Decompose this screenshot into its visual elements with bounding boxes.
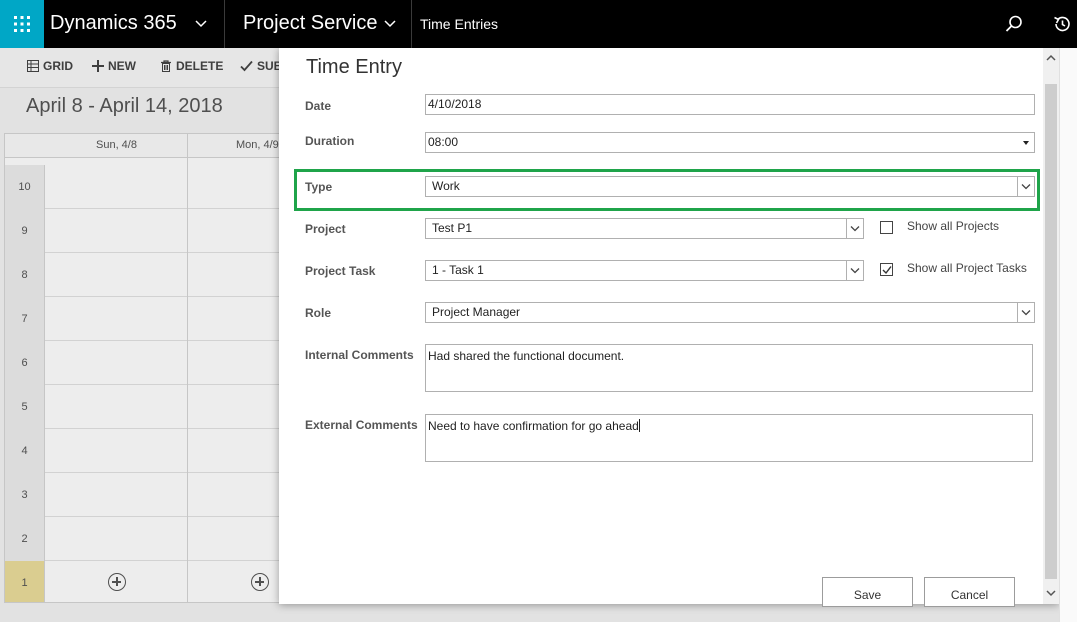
project-value: Test P1: [432, 221, 473, 235]
show-all-project-tasks-checkbox[interactable]: [880, 263, 893, 276]
project-select[interactable]: Test P1: [425, 218, 864, 239]
show-all-projects-label: Show all Projects: [907, 219, 1000, 233]
scroll-down-icon[interactable]: [1046, 589, 1056, 597]
text-cursor: [638, 419, 640, 432]
dialog-scrollbar[interactable]: [1043, 48, 1059, 604]
chevron-down-icon[interactable]: [1017, 303, 1034, 322]
date-label: Date: [305, 99, 332, 113]
internal-comments-label: Internal Comments: [305, 348, 414, 362]
duration-label: Duration: [305, 134, 355, 148]
scrollbar-thumb[interactable]: [1045, 84, 1057, 579]
waffle-icon[interactable]: [0, 0, 44, 48]
project-label: Project: [305, 222, 346, 236]
save-button[interactable]: Save: [822, 577, 913, 607]
external-comments-label: External Comments: [305, 418, 418, 432]
chevron-down-icon[interactable]: [195, 17, 207, 29]
chevron-down-icon[interactable]: [846, 219, 863, 238]
date-field[interactable]: 4/10/2018: [425, 94, 1035, 115]
type-select[interactable]: Work: [425, 176, 1035, 197]
checkmark-icon: [882, 266, 892, 275]
time-entry-dialog: Time Entry Date 4/10/2018 Duration 08:00…: [279, 48, 1059, 607]
app-title[interactable]: Dynamics 365: [50, 0, 177, 48]
project-task-select[interactable]: 1 - Task 1: [425, 260, 864, 281]
show-all-projects-checkbox[interactable]: [880, 221, 893, 234]
type-value: Work: [432, 179, 460, 193]
external-comments-value: Need to have confirmation for go ahead: [428, 419, 639, 433]
cancel-button[interactable]: Cancel: [924, 577, 1015, 607]
duration-select[interactable]: 08:00: [425, 132, 1035, 153]
nav-divider: [411, 0, 412, 48]
search-icon[interactable]: [1004, 14, 1024, 34]
show-all-project-tasks-label: Show all Project Tasks: [907, 261, 1027, 275]
role-label: Role: [305, 306, 332, 320]
caret-down-icon: [1023, 141, 1029, 145]
entity-title[interactable]: Time Entries: [420, 0, 498, 48]
chevron-down-icon[interactable]: [384, 17, 396, 29]
role-select[interactable]: Project Manager: [425, 302, 1035, 323]
page-right-edge: [1059, 48, 1077, 622]
area-title[interactable]: Project Service: [243, 0, 378, 48]
role-value: Project Manager: [432, 305, 521, 319]
top-nav-bar: Dynamics 365 Project Service Time Entrie…: [0, 0, 1077, 48]
duration-value: 08:00: [428, 135, 459, 149]
project-task-value: 1 - Task 1: [432, 263, 484, 277]
scroll-up-icon[interactable]: [1046, 54, 1056, 62]
internal-comments-value: Had shared the functional document.: [428, 349, 625, 363]
chevron-down-icon[interactable]: [1017, 177, 1034, 196]
history-icon[interactable]: [1052, 14, 1072, 34]
dialog-title: Time Entry: [306, 56, 402, 78]
internal-comments-textarea[interactable]: Had shared the functional document.: [425, 344, 1033, 392]
nav-divider: [224, 0, 225, 48]
project-task-label: Project Task: [305, 264, 376, 278]
chevron-down-icon[interactable]: [846, 261, 863, 280]
external-comments-textarea[interactable]: Need to have confirmation for go ahead: [425, 414, 1033, 462]
type-label: Type: [305, 180, 333, 194]
